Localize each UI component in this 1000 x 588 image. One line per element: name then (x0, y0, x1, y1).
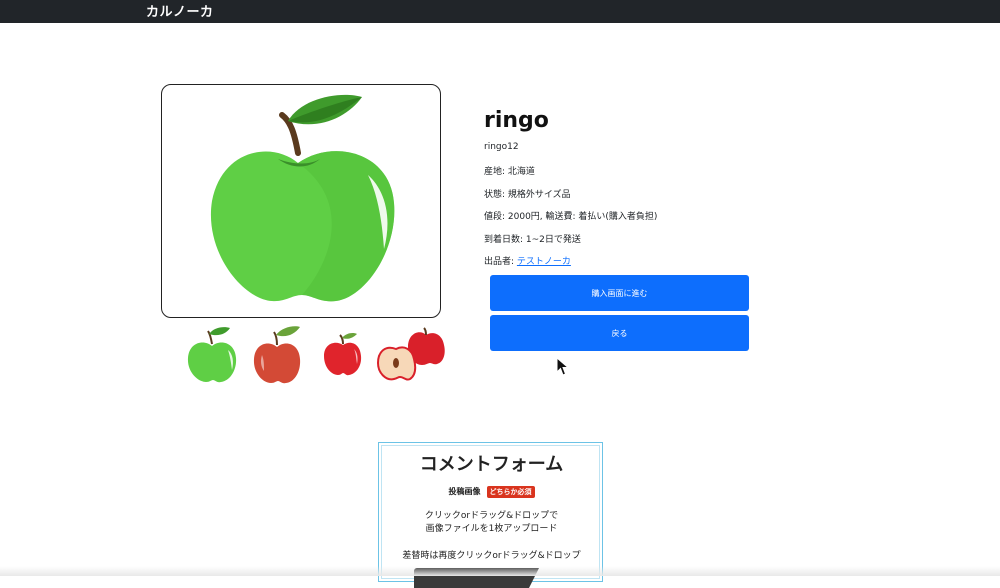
thumbnail-red-apple[interactable] (252, 325, 302, 385)
product-delivery: 到着日数: 1~2日で発送 (484, 235, 581, 245)
mouse-cursor-icon (556, 357, 570, 376)
back-button[interactable]: 戻る (490, 315, 749, 351)
comment-form: コメントフォーム 投稿画像 どちらか必須 クリックorドラッグ&ドロップで 画像フ… (378, 442, 604, 588)
thumbnail-red-apple-small[interactable] (321, 332, 365, 376)
post-image-label: 投稿画像 (448, 487, 481, 496)
upload-instruction-line2: 画像ファイルを1枚アップロード (425, 524, 558, 534)
seller-link[interactable]: テストノーカ (517, 257, 571, 267)
replace-instruction: 差替時は再度クリックorドラッグ&ドロップ (402, 551, 581, 561)
green-apple-icon (210, 94, 395, 302)
apple-slice-icon[interactable] (376, 327, 446, 381)
comment-form-title: コメントフォーム (419, 454, 564, 475)
seller-prefix: 出品者: (484, 257, 517, 267)
navbar: カルノーカ (0, 0, 1000, 23)
product-id: ringo12 (484, 142, 519, 152)
product-seller: 出品者: テストノーカ (484, 254, 571, 267)
brand-link[interactable]: カルノーカ (146, 1, 214, 20)
thumbnail-green-apple[interactable] (186, 326, 238, 384)
product-origin: 産地: 北海道 (484, 167, 535, 177)
product-title: ringo (484, 108, 549, 133)
product-condition: 状態: 規格外サイズ品 (484, 190, 571, 200)
main-product-image (161, 84, 441, 318)
product-price: 値段: 2000円, 輸送費: 着払い(購入者負担) (484, 212, 658, 222)
bottom-edge (0, 566, 1000, 576)
post-image-label-row: 投稿画像 どちらか必須 (379, 486, 604, 498)
purchase-button[interactable]: 購入画面に進む (490, 275, 749, 311)
required-badge: どちらか必須 (486, 486, 535, 498)
upload-instruction-line1: クリックorドラッグ&ドロップで (424, 511, 559, 521)
